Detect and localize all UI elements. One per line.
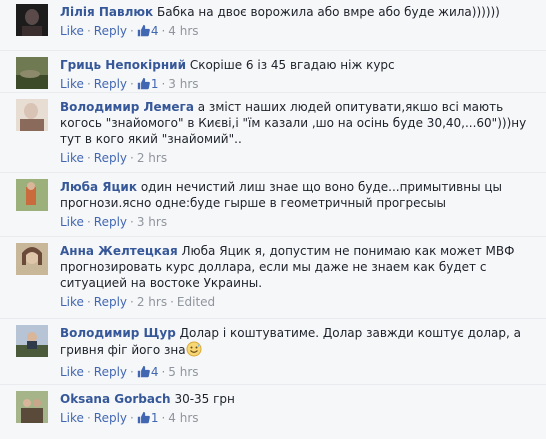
comment-actions: Like · Reply · 2 hrs — [60, 150, 536, 166]
like-count[interactable]: 4 — [137, 365, 158, 382]
comment-author[interactable]: Лілія Павлюк — [60, 5, 153, 19]
like-button[interactable]: Like — [60, 411, 84, 425]
separator: · — [86, 24, 91, 38]
separator: · — [130, 151, 134, 165]
avatar[interactable] — [16, 57, 48, 89]
like-count[interactable]: 1 — [137, 411, 158, 428]
edited-label[interactable]: Edited — [177, 295, 215, 309]
avatar[interactable] — [16, 391, 48, 423]
like-count[interactable]: 1 — [137, 77, 158, 91]
reply-button[interactable]: Reply — [94, 77, 127, 91]
avatar[interactable] — [16, 243, 48, 275]
comment-actions: Like · Reply · 1 · 4 hrs — [60, 410, 536, 428]
like-button[interactable]: Like — [60, 24, 84, 38]
like-button[interactable]: Like — [60, 365, 84, 379]
comment: Анна Желтецкая Люба Яцик я, допустим не … — [0, 236, 546, 318]
thumbs-up-icon — [137, 24, 150, 41]
avatar[interactable] — [16, 99, 48, 131]
separator: · — [161, 24, 166, 38]
avatar[interactable] — [16, 4, 48, 36]
separator: · — [130, 77, 134, 91]
comment-actions: Like · Reply · 2 hrs · Edited — [60, 294, 536, 310]
like-count[interactable]: 4 — [137, 24, 158, 41]
comment-author[interactable]: Володимир Лемега — [60, 100, 194, 114]
comment-author[interactable]: Люба Яцик — [60, 180, 137, 194]
separator: · — [130, 295, 134, 309]
reply-button[interactable]: Reply — [94, 295, 127, 309]
comment: Володимир Щур Долар і коштуватиме. Долар… — [0, 318, 546, 384]
comment-text: Скоріше 6 із 45 вгадаю ніж курс — [189, 58, 395, 72]
separator: · — [130, 215, 134, 229]
avatar[interactable] — [16, 325, 48, 357]
separator: · — [86, 411, 91, 425]
reply-button[interactable]: Reply — [94, 215, 127, 229]
comment-time[interactable]: 3 hrs — [168, 77, 198, 91]
thumbs-up-icon — [137, 365, 150, 382]
separator: · — [130, 411, 134, 425]
like-button[interactable]: Like — [60, 77, 84, 91]
separator: · — [170, 295, 174, 309]
comment-time[interactable]: 2 hrs — [137, 295, 167, 309]
separator: · — [161, 365, 166, 379]
separator: · — [86, 365, 91, 379]
separator: · — [86, 151, 91, 165]
comment-time[interactable]: 4 hrs — [168, 411, 198, 425]
comment-author[interactable]: Володимир Щур — [60, 326, 176, 340]
reply-button[interactable]: Reply — [94, 365, 127, 379]
separator: · — [86, 77, 91, 91]
comment: Лілія Павлюк Бабка на двоє ворожила або … — [0, 0, 546, 50]
comment-list: Лілія Павлюк Бабка на двоє ворожила або … — [0, 0, 546, 439]
reply-button[interactable]: Reply — [94, 24, 127, 38]
comment-author[interactable]: Анна Желтецкая — [60, 244, 178, 258]
like-button[interactable]: Like — [60, 215, 84, 229]
comment-text: 30-35 грн — [174, 392, 235, 406]
comment-actions: Like · Reply · 4 · 5 hrs — [60, 364, 536, 382]
comment: Володимир Лемега а зміст наших людей опи… — [0, 92, 546, 172]
comment-text: Бабка на двоє ворожила або вмре або буде… — [157, 5, 500, 19]
comment-time[interactable]: 2 hrs — [137, 151, 167, 165]
comment-time[interactable]: 3 hrs — [137, 215, 167, 229]
like-button[interactable]: Like — [60, 151, 84, 165]
sweat-smile-emoji-icon — [186, 341, 202, 361]
separator: · — [161, 77, 166, 91]
separator: · — [130, 365, 134, 379]
comment-author[interactable]: Oksana Gorbach — [60, 392, 171, 406]
comment-author[interactable]: Гриць Непокірний — [60, 58, 186, 72]
reply-button[interactable]: Reply — [94, 411, 127, 425]
avatar[interactable] — [16, 179, 48, 211]
comment-time[interactable]: 4 hrs — [168, 24, 198, 38]
separator: · — [86, 295, 91, 309]
separator: · — [130, 24, 134, 38]
comment-actions: Like · Reply · 4 · 4 hrs — [60, 23, 536, 41]
reply-button[interactable]: Reply — [94, 151, 127, 165]
comment: Гриць Непокірний Скоріше 6 із 45 вгадаю … — [0, 50, 546, 92]
comment-actions: Like · Reply · 3 hrs — [60, 214, 536, 230]
comment: Люба Яцик один нечистий лиш знае що воно… — [0, 172, 546, 236]
comment-time[interactable]: 5 hrs — [168, 365, 198, 379]
separator: · — [86, 215, 91, 229]
separator: · — [161, 411, 166, 425]
comment: Oksana Gorbach 30-35 грн Like · Reply · 1 · 4 … — [0, 384, 546, 439]
thumbs-up-icon — [137, 411, 150, 428]
like-button[interactable]: Like — [60, 295, 84, 309]
